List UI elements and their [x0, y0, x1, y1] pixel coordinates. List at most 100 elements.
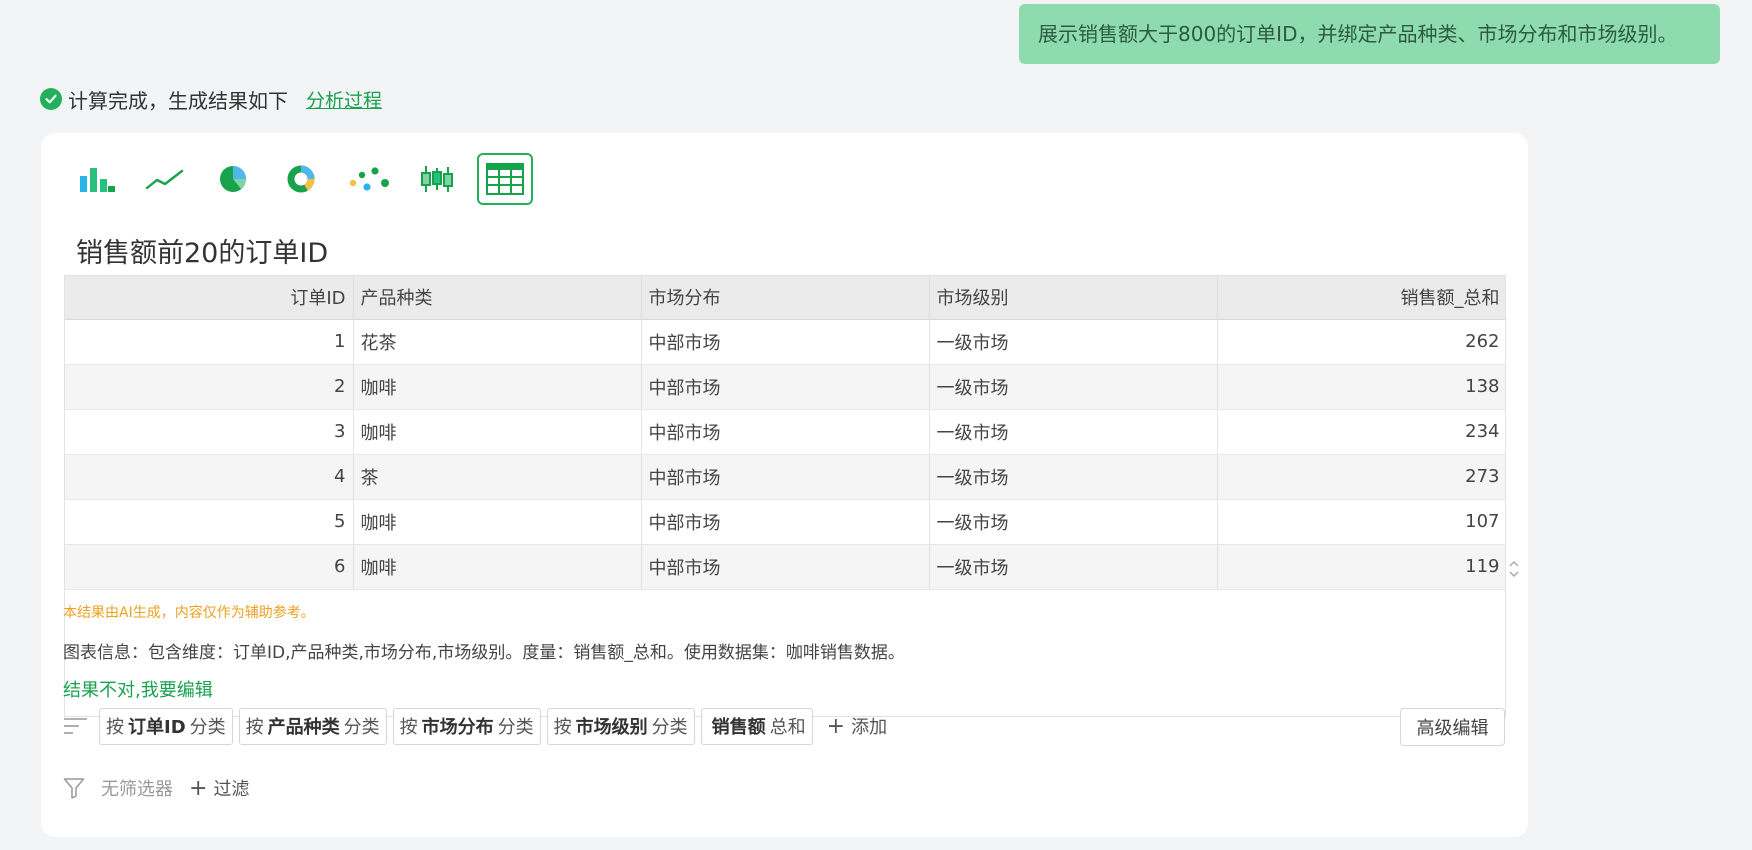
pie-chart-icon	[220, 166, 246, 192]
cell-order-id: 6	[65, 544, 354, 590]
cell-order-id: 5	[65, 499, 354, 545]
cell-sales-sum: 234	[1217, 409, 1505, 455]
column-header-market-level[interactable]: 市场级别	[929, 276, 1218, 320]
cell-sales-sum: 138	[1217, 364, 1505, 410]
chart-type-selector	[69, 153, 545, 205]
scatter-chart-icon	[349, 167, 389, 191]
tag-prefix: 按	[245, 717, 264, 738]
cell-market-level: 一级市场	[929, 499, 1218, 545]
cell-market-level: 一级市场	[929, 454, 1218, 500]
tag-prefix: 按	[553, 717, 572, 738]
chart-info: 图表信息：包含维度：订单ID,产品种类,市场分布,市场级别。度量：销售额_总和。…	[63, 643, 905, 663]
cell-category: 咖啡	[353, 364, 642, 410]
tag-field: 销售额	[711, 717, 766, 738]
sort-toggle-icon[interactable]	[1508, 558, 1520, 580]
ai-disclaimer: 本结果由AI生成，内容仅作为辅助参考。	[63, 605, 315, 621]
line-chart-icon	[146, 169, 184, 190]
analysis-process-link[interactable]: 分析过程	[306, 86, 382, 113]
cell-sales-sum: 262	[1217, 319, 1505, 365]
edit-result-link[interactable]: 结果不对,我要编辑	[63, 676, 213, 702]
advanced-edit-button[interactable]: 高级编辑	[1400, 708, 1505, 746]
status-text: 计算完成，生成结果如下	[68, 88, 288, 113]
tag-suffix: 总和	[769, 717, 806, 738]
tag-field: 产品种类	[267, 717, 340, 738]
chart-type-line[interactable]	[137, 153, 193, 205]
column-header-sales-sum[interactable]: 销售额_总和	[1217, 276, 1505, 320]
filter-bar: 无筛选器 + 过滤	[63, 773, 249, 803]
dimension-bar: 按订单ID 分类 按产品种类 分类 按市场分布 分类 按市场级别 分类 销售额 总和 + …	[63, 707, 887, 745]
status-line: 计算完成，生成结果如下 分析过程	[40, 86, 382, 113]
cell-market: 中部市场	[641, 364, 930, 410]
cell-market: 中部市场	[641, 409, 930, 455]
chart-type-pie[interactable]	[205, 153, 261, 205]
filter-placeholder: 无筛选器	[101, 779, 173, 800]
cell-order-id: 1	[65, 319, 354, 365]
chart-type-scatter[interactable]	[341, 153, 397, 205]
bar-chart-icon	[80, 168, 115, 192]
cell-market-level: 一级市场	[929, 364, 1218, 410]
cell-market: 中部市场	[641, 544, 930, 590]
dimensions-icon	[64, 718, 87, 734]
tag-prefix: 按	[399, 717, 418, 738]
tag-field: 市场级别	[575, 717, 648, 738]
chart-type-bar[interactable]	[69, 153, 125, 205]
measure-tag-sales-sum[interactable]: 销售额 总和	[700, 707, 813, 745]
plus-icon: +	[826, 713, 846, 739]
cell-sales-sum: 107	[1217, 499, 1505, 545]
dimension-tag-market-level[interactable]: 按市场级别 分类	[546, 707, 695, 745]
plus-icon: +	[189, 775, 208, 801]
boxplot-chart-icon	[421, 166, 453, 192]
cell-category: 花茶	[353, 319, 642, 365]
column-header-order-id[interactable]: 订单ID	[65, 276, 354, 320]
add-filter-button[interactable]: + 过滤	[189, 775, 249, 801]
result-card: 销售额前20的订单ID 订单ID 产品种类 市场分布 市场级别 销售额_总和 1…	[41, 133, 1528, 837]
cell-market: 中部市场	[641, 319, 930, 365]
dimension-tag-category[interactable]: 按产品种类 分类	[238, 707, 387, 745]
table-row: 3 咖啡 中部市场 一级市场 234	[65, 409, 1505, 455]
cell-market-level: 一级市场	[929, 544, 1218, 590]
cell-order-id: 3	[65, 409, 354, 455]
tag-suffix: 分类	[343, 717, 380, 738]
tag-suffix: 分类	[189, 717, 226, 738]
cell-market-level: 一级市场	[929, 319, 1218, 365]
cell-category: 咖啡	[353, 544, 642, 590]
filter-icon	[63, 778, 85, 799]
tag-suffix: 分类	[651, 717, 688, 738]
cell-sales-sum: 273	[1217, 454, 1505, 500]
chart-type-boxplot[interactable]	[409, 153, 465, 205]
cell-sales-sum: 119	[1217, 544, 1505, 590]
table-icon	[486, 163, 524, 195]
add-dimension-button[interactable]: + 添加	[827, 713, 887, 739]
tag-suffix: 分类	[497, 717, 534, 738]
dimension-tag-market[interactable]: 按市场分布 分类	[392, 707, 541, 745]
check-circle-icon	[40, 88, 62, 110]
table-row: 5 咖啡 中部市场 一级市场 107	[65, 499, 1505, 545]
cell-order-id: 4	[65, 454, 354, 500]
donut-chart-icon	[287, 165, 315, 193]
table-row: 1 花茶 中部市场 一级市场 262	[65, 319, 1505, 365]
table-title: 销售额前20的订单ID	[76, 238, 329, 269]
chart-type-donut[interactable]	[273, 153, 329, 205]
cell-market: 中部市场	[641, 499, 930, 545]
user-message-bubble: 展示销售额大于800的订单ID，并绑定产品种类、市场分布和市场级别。	[1019, 4, 1720, 64]
column-header-market[interactable]: 市场分布	[641, 276, 930, 320]
tag-prefix: 按	[106, 717, 124, 738]
table-row: 4 茶 中部市场 一级市场 273	[65, 454, 1505, 500]
result-table: 订单ID 产品种类 市场分布 市场级别 销售额_总和 1 花茶 中部市场 一级市…	[65, 276, 1505, 590]
table-row: 6 咖啡 中部市场 一级市场 119	[65, 544, 1505, 590]
column-header-category[interactable]: 产品种类	[353, 276, 642, 320]
add-filter-label: 过滤	[213, 779, 250, 800]
chart-type-table[interactable]	[477, 153, 533, 205]
table-row: 2 咖啡 中部市场 一级市场 138	[65, 364, 1505, 410]
cell-market: 中部市场	[641, 454, 930, 500]
cell-market-level: 一级市场	[929, 409, 1218, 455]
tag-field: 订单ID	[128, 717, 186, 738]
dimension-tag-order-id[interactable]: 按订单ID 分类	[99, 707, 233, 745]
tag-field: 市场分布	[421, 717, 494, 738]
add-label: 添加	[851, 717, 888, 738]
cell-category: 咖啡	[353, 409, 642, 455]
user-message-text: 展示销售额大于800的订单ID，并绑定产品种类、市场分布和市场级别。	[1038, 22, 1678, 46]
cell-category: 咖啡	[353, 499, 642, 545]
cell-category: 茶	[353, 454, 642, 500]
table-header-row: 订单ID 产品种类 市场分布 市场级别 销售额_总和	[65, 276, 1505, 320]
